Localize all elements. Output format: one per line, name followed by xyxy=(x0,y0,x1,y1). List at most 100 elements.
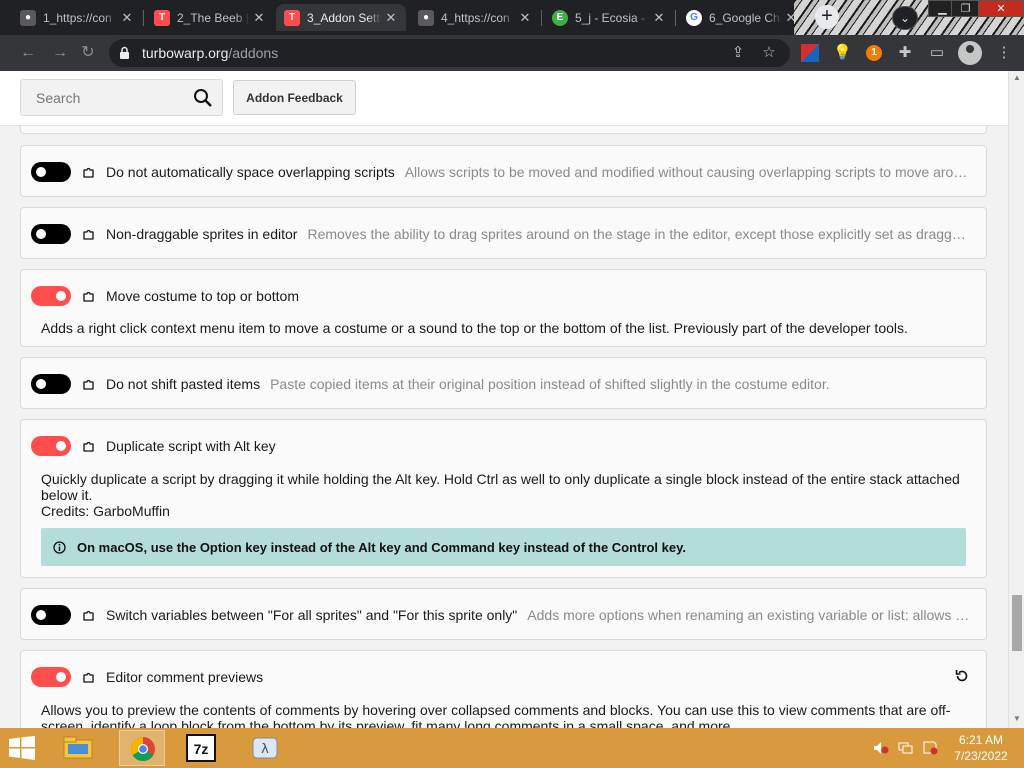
toggle-knob xyxy=(36,379,46,389)
addon-card: Non-draggable sprites in editor Removes … xyxy=(20,207,987,259)
addon-toggle[interactable] xyxy=(31,286,71,306)
close-tab-icon[interactable]: ✕ xyxy=(250,10,268,26)
tab-title: 1_https://con xyxy=(43,10,112,25)
addon-toggle[interactable] xyxy=(31,374,71,394)
search-box xyxy=(20,79,223,116)
page-scrollbar[interactable]: ▲ ▼ xyxy=(1008,71,1024,728)
lock-icon xyxy=(120,46,129,59)
browser-toolbar: ← → ↻ turbowarp.org/addons ⇪ ☆ 💡 1 ✚ ▭ ⋮ xyxy=(0,35,1024,71)
editor-puzzle-icon xyxy=(83,441,94,452)
lambda-app-icon[interactable]: λ xyxy=(242,730,288,766)
scrollbar-thumb[interactable] xyxy=(1012,595,1022,651)
addon-name: Editor comment previews xyxy=(106,669,264,685)
browser-tab-3[interactable]: T 3_Addon Setti ✕ xyxy=(276,4,406,31)
credits-link[interactable]: GarboMuffin xyxy=(93,503,170,519)
toggle-knob xyxy=(36,229,46,239)
browser-tab-6[interactable]: G 6_Google Chr ✕ xyxy=(678,4,806,31)
extension-icon[interactable] xyxy=(801,44,819,62)
scratch-cat-icon: ● xyxy=(418,9,434,26)
toggle-knob xyxy=(36,167,46,177)
url-path: /addons xyxy=(228,45,279,61)
maximize-button[interactable]: ❐ xyxy=(951,0,980,17)
7zip-icon[interactable]: 7z xyxy=(178,730,224,766)
addon-toggle[interactable] xyxy=(31,667,71,687)
tab-separator xyxy=(541,10,542,26)
ecosia-icon: E xyxy=(552,9,568,26)
editor-puzzle-icon xyxy=(83,610,94,621)
volume-muted-icon[interactable] xyxy=(873,741,889,755)
editor-puzzle-icon xyxy=(83,672,94,683)
lightbulb-icon[interactable]: 💡 xyxy=(833,44,852,62)
tab-title: 3_Addon Setti xyxy=(307,10,382,25)
search-icon[interactable] xyxy=(193,88,213,108)
turbowarp-icon: T xyxy=(154,9,170,26)
bookmark-star-icon[interactable]: ☆ xyxy=(760,44,778,62)
new-tab-button[interactable]: + xyxy=(815,5,839,29)
scroll-down-arrow[interactable]: ▼ xyxy=(1009,712,1024,726)
addon-toggle[interactable] xyxy=(31,605,71,625)
browser-tab-5[interactable]: E 5_j - Ecosia - ✕ xyxy=(544,4,674,31)
toggle-knob xyxy=(56,441,66,451)
scroll-up-arrow[interactable]: ▲ xyxy=(1009,71,1024,85)
svg-text:7z: 7z xyxy=(194,741,209,757)
profile-avatar[interactable] xyxy=(958,41,982,65)
credits-label: Credits: xyxy=(41,503,90,519)
tab-title: 4_https://con xyxy=(441,10,510,25)
extension-badge[interactable]: 1 xyxy=(866,45,882,61)
url-text: turbowarp.org/addons xyxy=(142,45,278,61)
scratch-cat-icon: ● xyxy=(20,9,36,26)
tab-title: 5_j - Ecosia - xyxy=(575,10,646,25)
browser-tab-4[interactable]: ● 4_https://con ✕ xyxy=(410,4,540,31)
editor-puzzle-icon xyxy=(83,379,94,390)
tab-search-button[interactable]: ⌄ xyxy=(892,6,918,30)
close-tab-icon[interactable]: ✕ xyxy=(382,10,400,26)
addon-card: Switch variables between "For all sprite… xyxy=(20,588,987,640)
addon-name: Switch variables between "For all sprite… xyxy=(106,607,518,623)
addon-toggle[interactable] xyxy=(31,224,71,244)
system-clock[interactable]: 6:21 AM 7/23/2022 xyxy=(946,732,1016,764)
side-panel-icon[interactable]: ▭ xyxy=(928,44,946,62)
windows-taskbar: 7z λ 6:21 AM 7/23/2022 xyxy=(0,728,1024,768)
address-bar[interactable]: turbowarp.org/addons ⇪ ☆ xyxy=(109,39,790,67)
addon-description: Allows you to preview the contents of co… xyxy=(41,702,951,728)
close-window-button[interactable]: ✕ xyxy=(978,0,1024,17)
addon-feedback-button[interactable]: Addon Feedback xyxy=(233,80,356,115)
toggle-knob xyxy=(36,610,46,620)
addon-toggle[interactable] xyxy=(31,162,71,182)
addon-name: Duplicate script with Alt key xyxy=(106,438,276,454)
back-button[interactable]: ← xyxy=(18,43,38,63)
addon-description: Removes the ability to drag sprites arou… xyxy=(307,226,972,242)
browser-tab-2[interactable]: T 2_The Beeb | ✕ xyxy=(146,4,274,31)
addon-card: Do not automatically space overlapping s… xyxy=(20,145,987,197)
browser-tab-1[interactable]: ● 1_https://con ✕ xyxy=(12,4,142,31)
turbowarp-icon: T xyxy=(284,9,300,26)
action-center-icon[interactable] xyxy=(922,741,938,755)
close-tab-icon[interactable]: ✕ xyxy=(516,10,534,26)
browser-tab-strip: ● 1_https://con ✕ T 2_The Beeb | ✕ T 3_A… xyxy=(0,0,1024,35)
forward-button[interactable]: → xyxy=(50,43,70,63)
menu-kebab-icon[interactable]: ⋮ xyxy=(995,44,1013,62)
addon-name: Do not automatically space overlapping s… xyxy=(106,164,395,180)
notice-text: On macOS, use the Option key instead of … xyxy=(77,539,686,555)
addon-description: Paste copied items at their original pos… xyxy=(270,376,830,392)
search-input[interactable] xyxy=(21,80,191,115)
close-tab-icon[interactable]: ✕ xyxy=(650,10,668,26)
svg-text:λ: λ xyxy=(261,742,269,757)
chrome-icon[interactable] xyxy=(119,730,165,766)
puzzle-extensions-icon[interactable]: ✚ xyxy=(896,44,914,62)
google-icon: G xyxy=(686,9,702,26)
tab-title: 2_The Beeb | xyxy=(177,10,249,25)
info-icon xyxy=(53,540,66,554)
network-icon[interactable] xyxy=(898,741,914,755)
file-explorer-icon[interactable] xyxy=(55,730,101,766)
addon-toggle[interactable] xyxy=(31,436,71,456)
windows-start-icon[interactable] xyxy=(8,736,36,760)
addon-card: Do not shift pasted items Paste copied i… xyxy=(20,357,987,409)
reload-button[interactable]: ↻ xyxy=(78,43,98,63)
addon-card-expanded: Editor comment previews Allows you to pr… xyxy=(20,650,987,728)
close-tab-icon[interactable]: ✕ xyxy=(782,10,800,26)
reset-settings-icon[interactable] xyxy=(954,668,970,684)
share-icon[interactable]: ⇪ xyxy=(729,44,747,62)
addon-notice: On macOS, use the Option key instead of … xyxy=(41,528,966,566)
close-tab-icon[interactable]: ✕ xyxy=(118,10,136,26)
